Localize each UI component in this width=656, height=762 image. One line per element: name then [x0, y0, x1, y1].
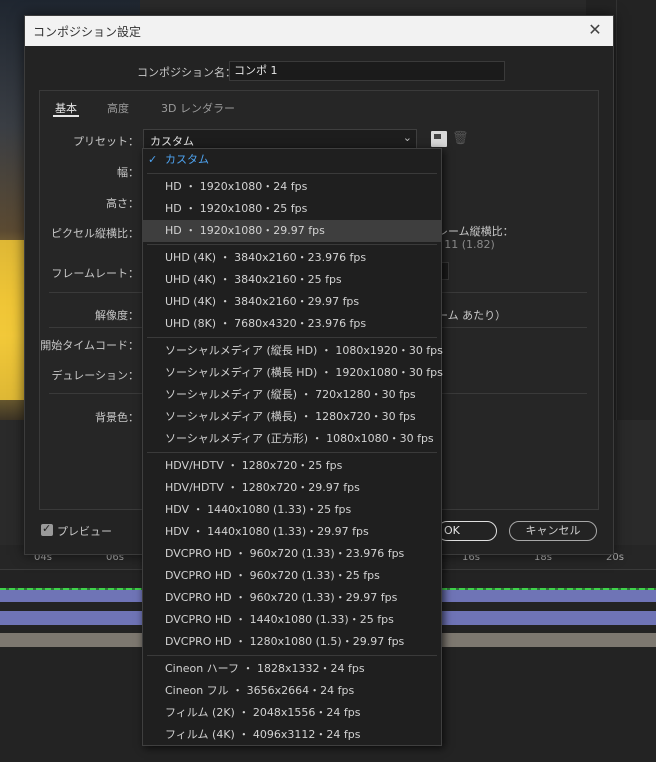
comp-name-input[interactable]: コンポ 1: [229, 61, 505, 81]
preset-option[interactable]: ソーシャルメディア (正方形) ・ 1080x1080・30 fps: [143, 428, 441, 450]
menu-separator: [147, 655, 437, 656]
preset-option-label: HDV/HDTV ・ 1280x720・25 fps: [165, 459, 343, 472]
close-icon[interactable]: ✕: [585, 20, 605, 40]
preset-option[interactable]: DVCPRO HD ・ 1440x1080 (1.33)・25 fps: [143, 609, 441, 631]
preset-option-label: DVCPRO HD ・ 960x720 (1.33)・25 fps: [165, 569, 380, 582]
preset-option-label: ソーシャルメディア (縦長 HD) ・ 1080x1920・30 fps: [165, 344, 443, 357]
preset-option-label: DVCPRO HD ・ 1280x1080 (1.5)・29.97 fps: [165, 635, 405, 648]
bg-color-label: 背景色：: [95, 411, 139, 424]
preset-option[interactable]: DVCPRO HD ・ 960x720 (1.33)・29.97 fps: [143, 587, 441, 609]
preset-option[interactable]: ソーシャルメディア (横長 HD) ・ 1920x1080・30 fps: [143, 362, 443, 384]
preset-option-label: DVCPRO HD ・ 960x720 (1.33)・29.97 fps: [165, 591, 398, 604]
cancel-button[interactable]: キャンセル: [509, 521, 597, 541]
preset-option-label: UHD (4K) ・ 3840x2160・23.976 fps: [165, 251, 367, 264]
preset-option[interactable]: UHD (4K) ・ 3840x2160・23.976 fps: [143, 247, 441, 269]
preset-option[interactable]: HDV ・ 1440x1080 (1.33)・25 fps: [143, 499, 441, 521]
tab-3d-renderer[interactable]: 3D レンダラー: [161, 100, 235, 116]
menu-separator: [147, 452, 437, 453]
preset-value: カスタム: [150, 135, 194, 148]
tab-basic[interactable]: 基本: [55, 100, 77, 116]
preset-dropdown[interactable]: カスタム ⌄: [143, 129, 417, 149]
preset-option[interactable]: ソーシャルメディア (横長) ・ 1280x720・30 fps: [143, 406, 441, 428]
menu-separator: [147, 173, 437, 174]
menu-separator: [147, 337, 437, 338]
preset-option[interactable]: ソーシャルメディア (縦長) ・ 720x1280・30 fps: [143, 384, 441, 406]
preset-option-label: ソーシャルメディア (横長 HD) ・ 1920x1080・30 fps: [165, 366, 443, 379]
preset-option[interactable]: DVCPRO HD ・ 960x720 (1.33)・25 fps: [143, 565, 441, 587]
save-preset-icon[interactable]: [431, 131, 447, 147]
preset-option[interactable]: UHD (4K) ・ 3840x2160・25 fps: [143, 269, 441, 291]
pixel-aspect-label: ピクセル縦横比：: [51, 227, 139, 240]
preset-option[interactable]: ✓ カスタム: [143, 149, 441, 171]
preset-option-label: DVCPRO HD ・ 960x720 (1.33)・23.976 fps: [165, 547, 405, 560]
frame-aspect-value: : 11 (1.82): [437, 238, 495, 251]
tab-advanced[interactable]: 高度: [107, 100, 129, 116]
preset-option-label: HDV/HDTV ・ 1280x720・29.97 fps: [165, 481, 360, 494]
preset-option-label: Cineon ハーフ ・ 1828x1332・24 fps: [165, 662, 365, 675]
menu-separator: [147, 244, 437, 245]
preset-option-label: HD ・ 1920x1080・24 fps: [165, 180, 308, 193]
dialog-titlebar[interactable]: コンポジション設定 ✕: [25, 16, 613, 46]
frame-aspect-label: レーム縦横比：: [437, 225, 514, 238]
resolution-label: 解像度：: [95, 309, 139, 322]
preset-option-label: DVCPRO HD ・ 1440x1080 (1.33)・25 fps: [165, 613, 394, 626]
preset-option-label: HD ・ 1920x1080・29.97 fps: [165, 224, 325, 237]
start-timecode-label: 開始タイムコード：: [40, 339, 139, 352]
preset-option[interactable]: ソーシャルメディア (縦長 HD) ・ 1080x1920・30 fps: [143, 340, 443, 362]
dialog-title: コンポジション設定: [33, 25, 142, 39]
preset-option[interactable]: Cineon フル ・ 3656x2664・24 fps: [143, 680, 441, 702]
comp-name-label: コンポジション名：: [137, 66, 236, 79]
preview-checkbox[interactable]: [41, 522, 53, 536]
preset-option-label: UHD (8K) ・ 7680x4320・23.976 fps: [165, 317, 367, 330]
checkmark-icon: ✓: [148, 153, 158, 166]
chevron-down-icon: ⌄: [402, 131, 412, 144]
trash-icon[interactable]: 🗑: [452, 131, 469, 147]
preset-option-label: HDV ・ 1440x1080 (1.33)・25 fps: [165, 503, 352, 516]
preset-option[interactable]: HDV/HDTV ・ 1280x720・25 fps: [143, 455, 441, 477]
preset-option-label: UHD (4K) ・ 3840x2160・25 fps: [165, 273, 342, 286]
preset-option[interactable]: Cineon ハーフ ・ 1828x1332・24 fps: [143, 658, 441, 680]
preset-option-label: フィルム (2K) ・ 2048x1556・24 fps: [165, 706, 361, 719]
preset-option-label: HDV ・ 1440x1080 (1.33)・29.97 fps: [165, 525, 369, 538]
preset-option-label: Cineon フル ・ 3656x2664・24 fps: [165, 684, 355, 697]
frame-rate-label: フレームレート：: [51, 267, 139, 280]
duration-label: デュレーション：: [51, 369, 139, 382]
preset-option[interactable]: HDV/HDTV ・ 1280x720・29.97 fps: [143, 477, 441, 499]
preset-option[interactable]: HD ・ 1920x1080・29.97 fps: [143, 220, 441, 242]
height-label: 高さ：: [106, 197, 139, 210]
preset-option-label: ソーシャルメディア (正方形) ・ 1080x1080・30 fps: [165, 432, 434, 445]
preset-option[interactable]: HDV ・ 1440x1080 (1.33)・29.97 fps: [143, 521, 441, 543]
width-label: 幅：: [117, 166, 139, 179]
preset-option[interactable]: DVCPRO HD ・ 1280x1080 (1.5)・29.97 fps: [143, 631, 441, 653]
preset-option-label: UHD (4K) ・ 3840x2160・29.97 fps: [165, 295, 360, 308]
preset-option[interactable]: UHD (4K) ・ 3840x2160・29.97 fps: [143, 291, 441, 313]
preset-option[interactable]: DVCPRO HD ・ 960x720 (1.33)・23.976 fps: [143, 543, 441, 565]
preset-option[interactable]: フィルム (2K) ・ 2048x1556・24 fps: [143, 702, 441, 724]
preset-option[interactable]: UHD (8K) ・ 7680x4320・23.976 fps: [143, 313, 441, 335]
preview-label: プレビュー: [57, 525, 112, 538]
preset-option-label: ソーシャルメディア (縦長) ・ 720x1280・30 fps: [165, 388, 416, 401]
preset-label: プリセット：: [73, 135, 139, 148]
preset-option[interactable]: HD ・ 1920x1080・25 fps: [143, 198, 441, 220]
per-frame-text: ーム あたり）: [437, 309, 507, 322]
preset-option-label: フィルム (4K) ・ 4096x3112・24 fps: [165, 728, 361, 741]
preset-option[interactable]: フィルム (4K) ・ 4096x3112・24 fps: [143, 724, 441, 746]
preset-option-label: カスタム: [165, 153, 209, 166]
active-tab-indicator: [53, 115, 79, 117]
preset-option-label: ソーシャルメディア (横長) ・ 1280x720・30 fps: [165, 410, 416, 423]
preset-dropdown-list: ✓ カスタム HD ・ 1920x1080・24 fps HD ・ 1920x1080…: [142, 148, 443, 746]
preset-option-label: HD ・ 1920x1080・25 fps: [165, 202, 308, 215]
ok-button[interactable]: OK: [437, 521, 497, 541]
preset-option[interactable]: HD ・ 1920x1080・24 fps: [143, 176, 441, 198]
